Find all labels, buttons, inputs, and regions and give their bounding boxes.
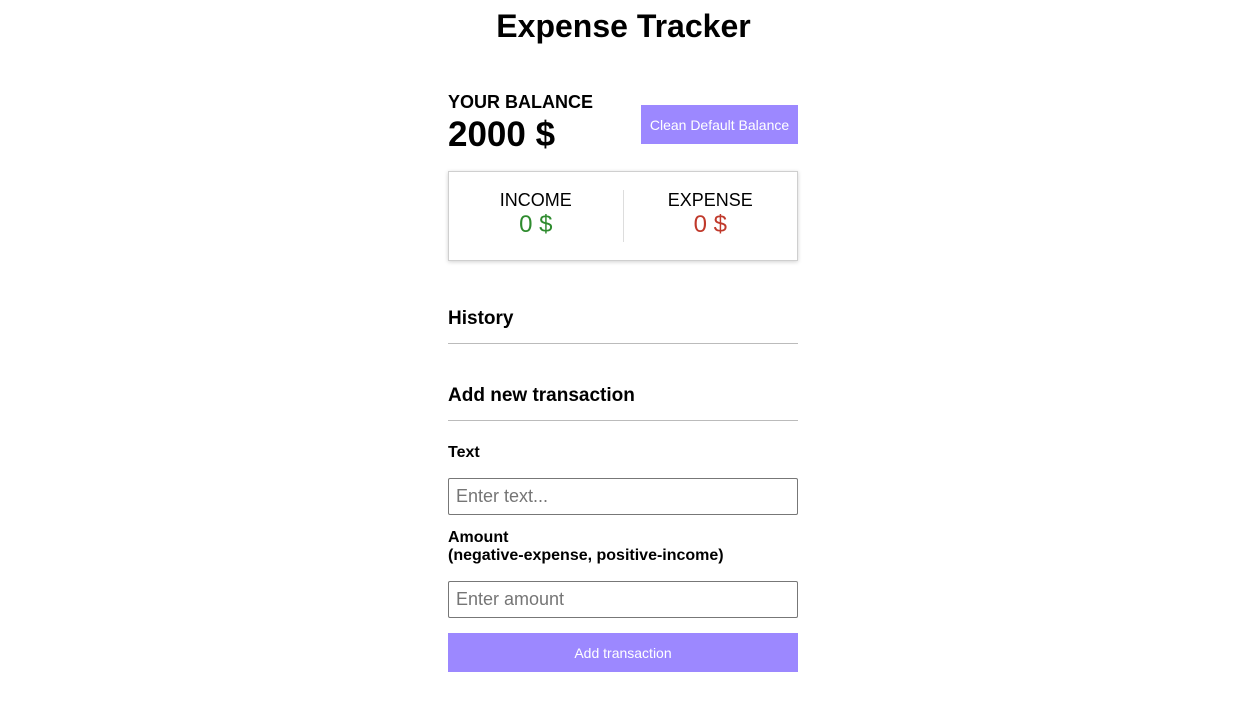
add-transaction-heading: Add new transaction [448, 384, 798, 421]
history-heading: History [448, 307, 798, 344]
clean-default-balance-button[interactable]: Clean Default Balance [641, 105, 798, 144]
income-label: INCOME [499, 190, 572, 210]
income-value: 0 $ [519, 211, 553, 238]
income-column: INCOME 0 $ [449, 172, 623, 260]
amount-input[interactable] [448, 581, 798, 618]
expense-value: 0 $ [693, 211, 727, 238]
balance-value: 2000 $ [448, 115, 556, 154]
expense-column: EXPENSE 0 $ [624, 172, 798, 260]
amount-label-hint: (negative-expense, positive-income) [448, 547, 724, 564]
amount-field-label: Amount (negative-expense, positive-incom… [448, 529, 724, 565]
add-transaction-button[interactable]: Add transaction [448, 633, 798, 672]
balance-label: YOUR BALANCE [448, 92, 594, 112]
text-field-label: Text [448, 444, 480, 461]
page-title: Expense Tracker [496, 8, 751, 44]
expense-label: EXPENSE [667, 190, 753, 210]
text-input[interactable] [448, 478, 798, 515]
amount-label-title: Amount [448, 529, 509, 546]
income-expense-card: INCOME 0 $ EXPENSE 0 $ [448, 171, 798, 261]
page: Expense Tracker YOUR BALANCE 2000 $ Clea… [0, 0, 1257, 721]
